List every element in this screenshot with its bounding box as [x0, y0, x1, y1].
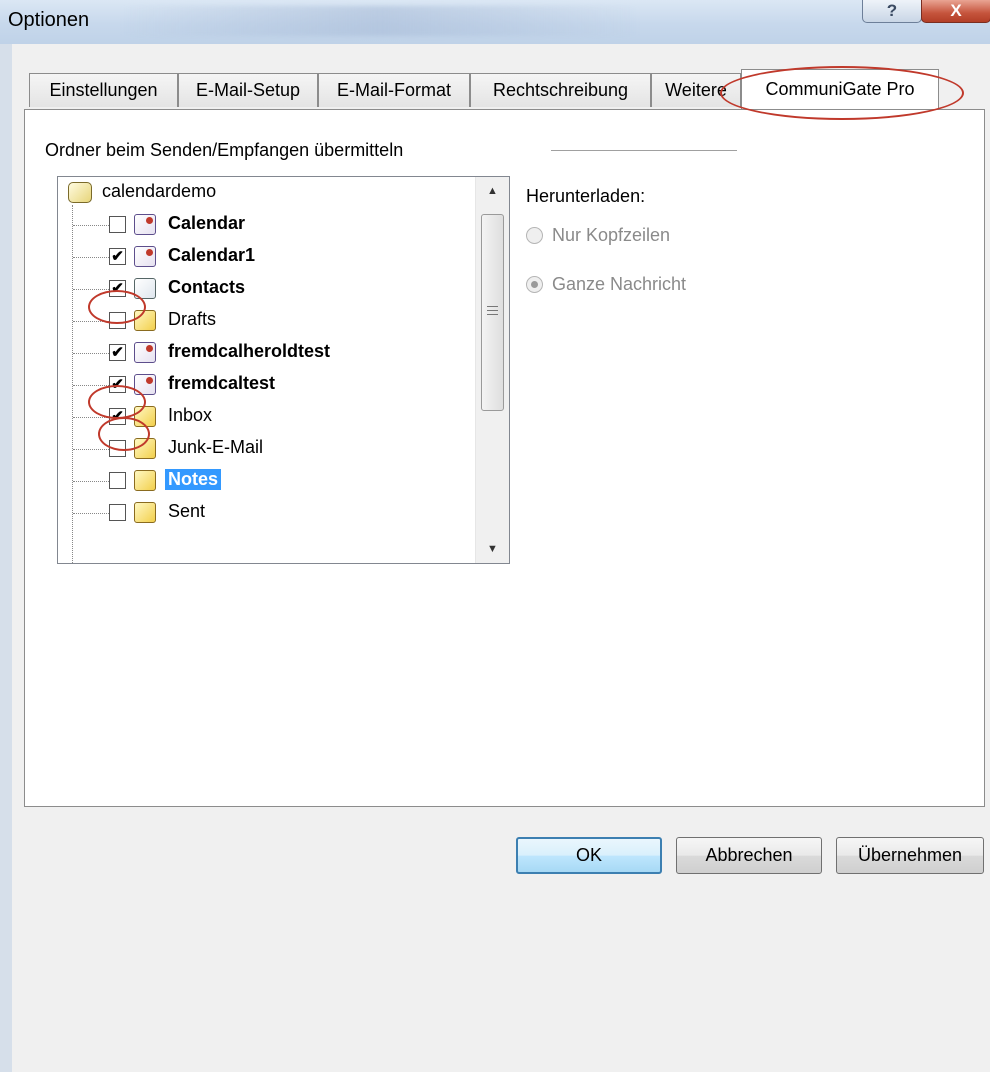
tab-weitere[interactable]: Weitere	[651, 73, 741, 107]
tree-item-label: Junk-E-Mail	[168, 437, 264, 457]
tree-item-junk[interactable]: Junk-E-Mail	[58, 433, 478, 465]
tree-connector	[73, 321, 109, 322]
radio-full-message[interactable]: Ganze Nachricht	[526, 270, 686, 298]
tree-item-notes[interactable]: Notes	[58, 465, 478, 497]
apply-button[interactable]: Übernehmen	[836, 837, 984, 874]
inbox-icon	[134, 406, 156, 427]
tab-communigate-pro[interactable]: CommuniGate Pro	[741, 69, 939, 109]
sync-folders-label: Ordner beim Senden/Empfangen übermitteln	[45, 140, 404, 160]
tree-item-sent[interactable]: Sent	[58, 497, 478, 529]
scroll-thumb[interactable]	[481, 214, 504, 411]
tab-panel-communigate: Ordner beim Senden/Empfangen übermitteln…	[24, 109, 985, 807]
tree-root-label: calendardemo	[102, 181, 217, 201]
download-label: Herunterladen:	[526, 186, 646, 206]
radio-button[interactable]	[526, 226, 543, 244]
tree-connector	[73, 385, 109, 386]
tree-connector	[73, 353, 109, 354]
tab-einstellungen[interactable]: Einstellungen	[29, 73, 178, 107]
tree-item-label: Contacts	[168, 277, 246, 297]
scroll-down-icon[interactable]: ▼	[476, 535, 509, 563]
tree-scrollbar[interactable]: ▲ ▼	[475, 177, 509, 563]
grip-line	[487, 306, 498, 307]
tree-connector	[73, 257, 109, 258]
checkbox-contacts[interactable]: ✔	[109, 280, 126, 297]
window-border	[0, 44, 12, 1072]
help-button[interactable]: ?	[862, 0, 922, 23]
calendar-icon	[134, 374, 156, 395]
checkbox-fremdcalheroldtest[interactable]: ✔	[109, 344, 126, 361]
folder-tree[interactable]: calendardemo Calendar ✔ Calendar1 ✔ Cont…	[57, 176, 510, 564]
grip-line	[487, 314, 498, 315]
tree-item-drafts[interactable]: Drafts	[58, 305, 478, 337]
tab-email-setup[interactable]: E-Mail-Setup	[178, 73, 318, 107]
checkbox-inbox[interactable]: ✔	[109, 408, 126, 425]
tree-item-contacts[interactable]: ✔ Contacts	[58, 273, 478, 305]
tree-connector	[73, 449, 109, 450]
tree-item-calendar1[interactable]: ✔ Calendar1	[58, 241, 478, 273]
notes-icon	[134, 470, 156, 491]
contacts-icon	[134, 278, 156, 299]
tree-item-label: Calendar1	[168, 245, 256, 265]
folder-icon	[134, 502, 156, 523]
cancel-button[interactable]: Abbrechen	[676, 837, 822, 874]
tree-item-label: Calendar	[168, 213, 246, 233]
scroll-up-icon[interactable]: ▲	[476, 177, 509, 205]
tree-connector	[73, 481, 109, 482]
separator-line	[551, 150, 737, 151]
tree-item-calendar[interactable]: Calendar	[58, 209, 478, 241]
tree-root[interactable]: calendardemo	[58, 177, 478, 209]
tab-rechtschreibung[interactable]: Rechtschreibung	[470, 73, 651, 107]
background-window-ghost	[120, 6, 640, 36]
tree-connector	[73, 513, 109, 514]
radio-label: Ganze Nachricht	[552, 273, 687, 294]
radio-button[interactable]	[526, 275, 543, 293]
checkbox-drafts[interactable]	[109, 312, 126, 329]
tree-item-label: Drafts	[168, 309, 217, 329]
checkbox-fremdcaltest[interactable]: ✔	[109, 376, 126, 393]
tree-item-label: fremdcalheroldtest	[168, 341, 331, 361]
title-bar: Optionen ? X	[0, 0, 990, 45]
tree-item-fremdcalheroldtest[interactable]: ✔ fremdcalheroldtest	[58, 337, 478, 369]
calendar-icon	[134, 342, 156, 363]
checkbox-notes[interactable]	[109, 472, 126, 489]
grip-line	[487, 310, 498, 311]
checkbox-calendar1[interactable]: ✔	[109, 248, 126, 265]
tree-item-fremdcaltest[interactable]: ✔ fremdcaltest	[58, 369, 478, 401]
tab-email-format[interactable]: E-Mail-Format	[318, 73, 470, 107]
tree-item-label: Inbox	[168, 405, 213, 425]
window-title: Optionen	[8, 9, 90, 31]
close-button[interactable]: X	[921, 0, 990, 23]
tree-item-label: fremdcaltest	[168, 373, 276, 393]
ok-button[interactable]: OK	[516, 837, 662, 874]
tree-item-label: Sent	[168, 501, 206, 521]
tree-item-label: Notes	[165, 469, 222, 490]
tree-connector	[73, 289, 109, 290]
checkbox-sent[interactable]	[109, 504, 126, 521]
calendar-icon	[134, 214, 156, 235]
tree-connector	[73, 417, 109, 418]
dialog-body: Einstellungen E-Mail-Setup E-Mail-Format…	[0, 44, 990, 1072]
tree-item-inbox[interactable]: ✔ Inbox	[58, 401, 478, 433]
checkbox-calendar[interactable]	[109, 216, 126, 233]
calendar-icon	[134, 246, 156, 267]
folder-icon	[134, 438, 156, 459]
checkbox-junk[interactable]	[109, 440, 126, 457]
radio-headers-only[interactable]: Nur Kopfzeilen	[526, 221, 670, 249]
radio-label: Nur Kopfzeilen	[552, 224, 671, 245]
mailbox-icon	[68, 182, 92, 203]
tree-connector	[73, 225, 109, 226]
folder-icon	[134, 310, 156, 331]
